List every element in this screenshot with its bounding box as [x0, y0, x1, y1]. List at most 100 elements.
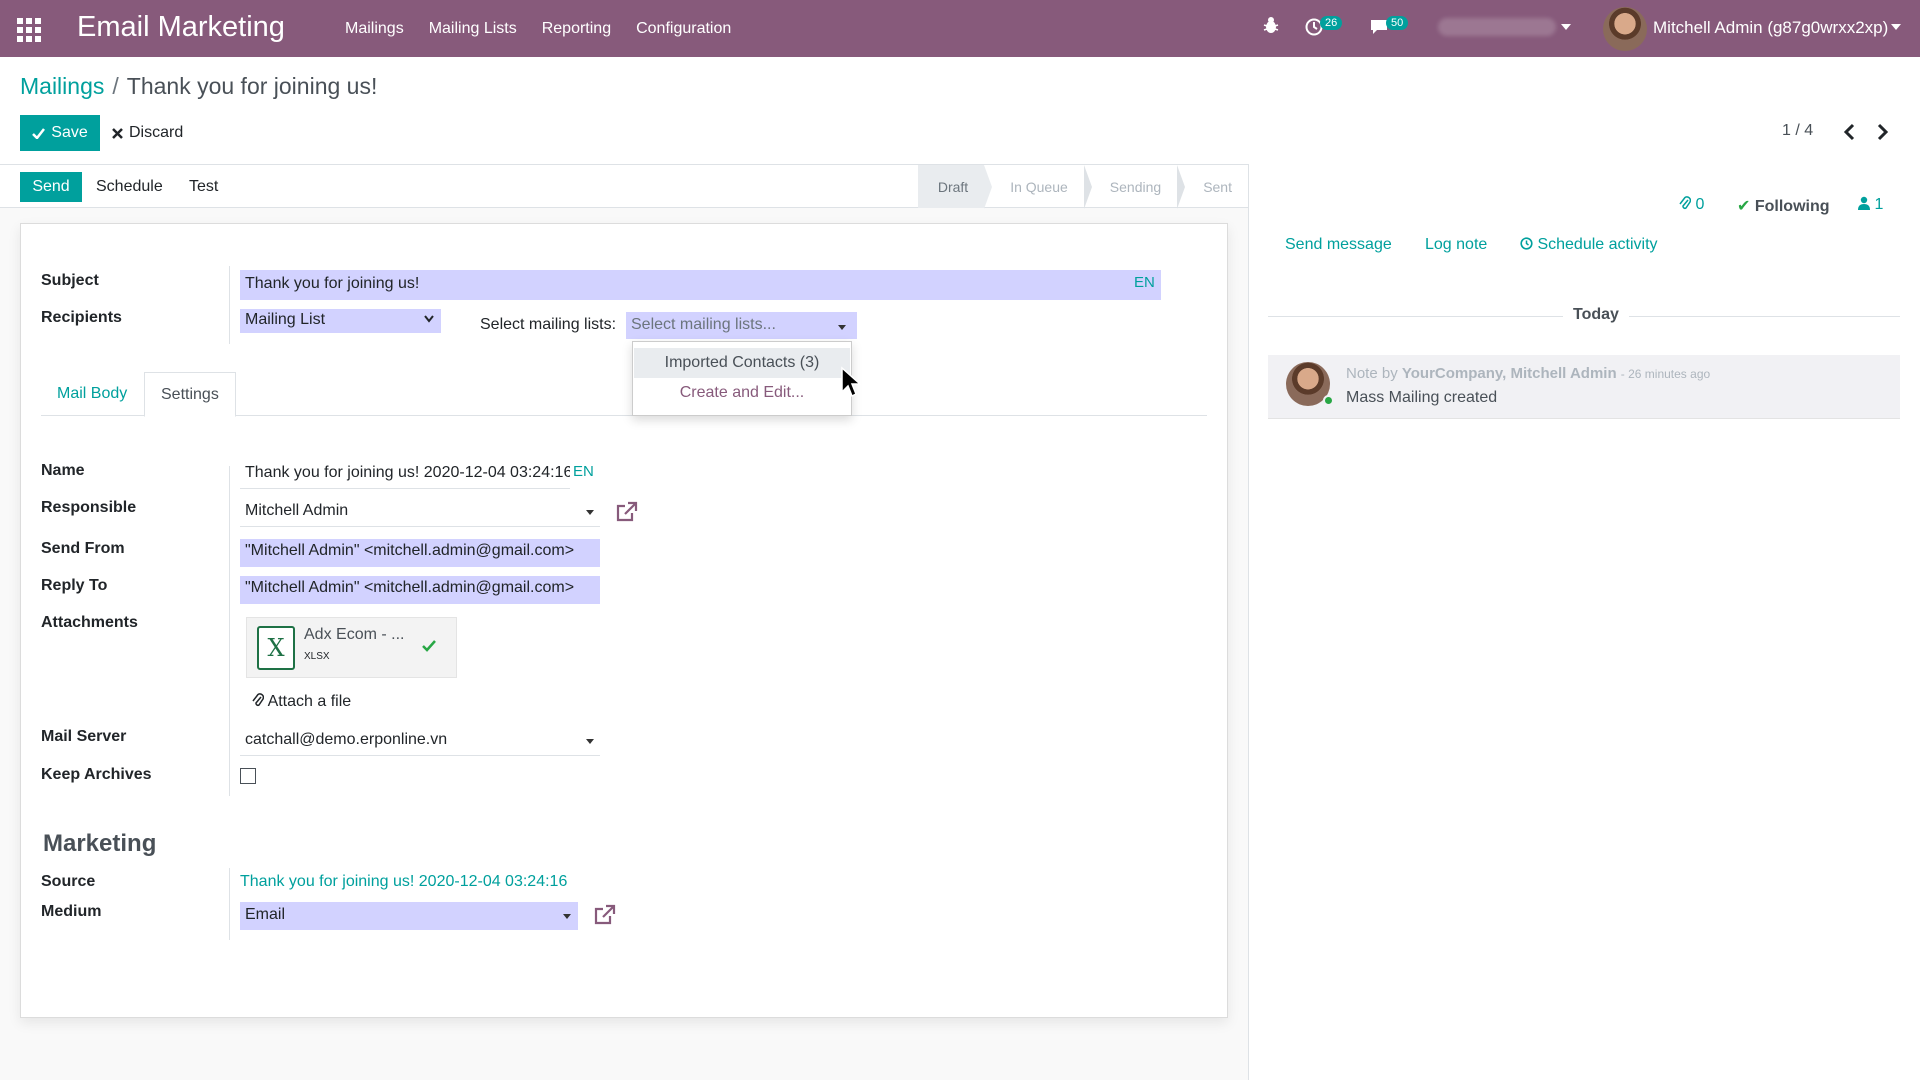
chatter-message: Note by YourCompany, Mitchell Admin - 26… — [1268, 355, 1900, 419]
user-menu-name[interactable]: Mitchell Admin (g87g0wrxx2xp) — [1653, 18, 1888, 38]
dropdown-option-create-edit[interactable]: Create and Edit... — [634, 378, 850, 408]
top-navbar: Email Marketing Mailings Mailing Lists R… — [0, 0, 1920, 57]
keep-archives-label: Keep Archives — [41, 766, 152, 783]
user-caret-icon[interactable] — [1891, 24, 1901, 30]
apps-menu-icon[interactable] — [17, 18, 41, 42]
pager-value[interactable]: 1 / 4 — [1782, 122, 1813, 140]
company-switcher[interactable] — [1438, 18, 1556, 36]
save-button[interactable]: Save — [20, 115, 100, 151]
medium-caret-icon[interactable] — [563, 914, 571, 919]
responsible-caret-icon[interactable] — [586, 510, 594, 515]
external-link-icon[interactable] — [592, 903, 618, 927]
company-caret-icon[interactable] — [1561, 24, 1571, 30]
log-note-button[interactable]: Log note — [1425, 236, 1487, 254]
schedule-activity-button[interactable]: Schedule activity — [1520, 236, 1658, 254]
discard-button[interactable]: Discard — [112, 115, 183, 151]
form-sheet — [20, 223, 1228, 1018]
chatter-panel — [1248, 164, 1920, 1080]
stage-sending[interactable]: Sending — [1084, 165, 1186, 209]
chatter-attachments-button[interactable]: 0 — [1679, 196, 1704, 214]
reply-to-input[interactable]: "Mitchell Admin" <mitchell.admin@gmail.c… — [240, 576, 600, 604]
online-status-icon — [1323, 395, 1334, 406]
message-author[interactable]: YourCompany, Mitchell Admin — [1402, 365, 1617, 382]
mouse-cursor-icon — [841, 366, 862, 398]
followers-button[interactable]: 1 — [1858, 196, 1883, 214]
menu-item-mailings[interactable]: Mailings — [345, 20, 404, 38]
marketing-divider — [229, 868, 230, 940]
menu-item-configuration[interactable]: Configuration — [636, 20, 731, 38]
user-avatar[interactable] — [1603, 7, 1647, 51]
stage-sent[interactable]: Sent — [1177, 165, 1248, 208]
check-icon: ✔ — [1737, 198, 1751, 215]
send-button[interactable]: Send — [20, 172, 82, 202]
mail-server-select[interactable]: catchall@demo.erponline.vn — [240, 729, 600, 756]
medium-select[interactable]: Email — [240, 902, 578, 930]
schedule-activity-label: Schedule activity — [1537, 236, 1658, 253]
chevron-down-icon[interactable] — [423, 314, 435, 324]
message-header: Note by YourCompany, Mitchell Admin - 26… — [1346, 365, 1710, 382]
save-label: Save — [51, 124, 88, 141]
dropdown-option-imported-contacts[interactable]: Imported Contacts (3) — [634, 348, 850, 378]
tab-settings[interactable]: Settings — [144, 372, 236, 417]
recipients-select[interactable]: Mailing List — [240, 309, 441, 333]
external-link-icon[interactable] — [614, 500, 640, 524]
keep-archives-checkbox[interactable] — [240, 768, 256, 784]
paperclip-icon — [252, 693, 265, 707]
menu-item-reporting[interactable]: Reporting — [542, 20, 611, 38]
recipients-label: Recipients — [41, 309, 122, 326]
mail-server-caret-icon[interactable] — [586, 739, 594, 744]
paperclip-icon — [1679, 196, 1692, 210]
chevron-left-icon[interactable] — [1841, 121, 1859, 143]
tab-mail-body[interactable]: Mail Body — [41, 372, 143, 416]
breadcrumb: Mailings / Thank you for joining us! — [20, 73, 377, 100]
breadcrumb-mailings[interactable]: Mailings — [20, 73, 104, 99]
subject-lang-button[interactable]: EN — [1134, 274, 1155, 291]
check-icon — [32, 127, 46, 139]
breadcrumb-current: Thank you for joining us! — [126, 73, 378, 99]
source-link[interactable]: Thank you for joining us! 2020-12-04 03:… — [240, 873, 567, 891]
settings-divider — [229, 466, 230, 796]
mailing-lists-caret-icon[interactable] — [838, 325, 846, 330]
app-title[interactable]: Email Marketing — [77, 11, 285, 44]
name-input[interactable]: Thank you for joining us! 2020-12-04 03:… — [240, 462, 570, 489]
stage-draft[interactable]: Draft — [917, 165, 993, 209]
check-icon — [422, 640, 436, 652]
today-label: Today — [1563, 306, 1629, 324]
user-icon — [1858, 196, 1870, 210]
source-label: Source — [41, 873, 96, 890]
send-from-input[interactable]: "Mitchell Admin" <mitchell.admin@gmail.c… — [240, 539, 600, 567]
stage-in-queue[interactable]: In Queue — [984, 165, 1092, 209]
mailing-lists-label: Select mailing lists: — [480, 316, 617, 333]
responsible-select[interactable]: Mitchell Admin — [240, 500, 600, 527]
excel-file-icon: X — [257, 626, 295, 670]
test-button[interactable]: Test — [189, 178, 218, 196]
attachments-label: Attachments — [41, 614, 138, 631]
attachment-name: Adx Ecom - ... — [304, 626, 405, 643]
menu-item-mailing-lists[interactable]: Mailing Lists — [429, 20, 517, 38]
mailing-lists-input[interactable]: Select mailing lists... — [626, 312, 857, 339]
name-lang-button[interactable]: EN — [573, 463, 594, 480]
close-icon — [112, 127, 123, 139]
send-message-button[interactable]: Send message — [1285, 236, 1392, 254]
responsible-label: Responsible — [41, 499, 137, 516]
attachment-extension: XLSX — [304, 651, 330, 662]
following-button[interactable]: ✔ Following — [1737, 196, 1830, 216]
subject-input[interactable]: Thank you for joining us! — [240, 270, 1161, 300]
form-tabs: Mail Body Settings — [41, 372, 1207, 417]
stage-pipeline: Draft In Queue Sending Sent — [917, 165, 1248, 209]
attachment-card[interactable]: X Adx Ecom - ... XLSX — [246, 617, 457, 678]
mail-server-label: Mail Server — [41, 728, 127, 745]
attach-file-button[interactable]: Attach a file — [252, 693, 351, 711]
breadcrumb-separator: / — [112, 73, 119, 99]
message-time: - 26 minutes ago — [1620, 367, 1711, 381]
discard-label: Discard — [129, 124, 184, 141]
debug-bug-icon[interactable] — [1263, 16, 1279, 34]
name-label: Name — [41, 462, 85, 479]
schedule-button[interactable]: Schedule — [96, 178, 163, 196]
clock-icon — [1520, 237, 1533, 250]
reply-to-label: Reply To — [41, 577, 108, 594]
followers-count: 1 — [1874, 196, 1884, 213]
message-body: Mass Mailing created — [1346, 389, 1498, 406]
following-label: Following — [1754, 198, 1830, 215]
chevron-right-icon[interactable] — [1873, 121, 1891, 143]
